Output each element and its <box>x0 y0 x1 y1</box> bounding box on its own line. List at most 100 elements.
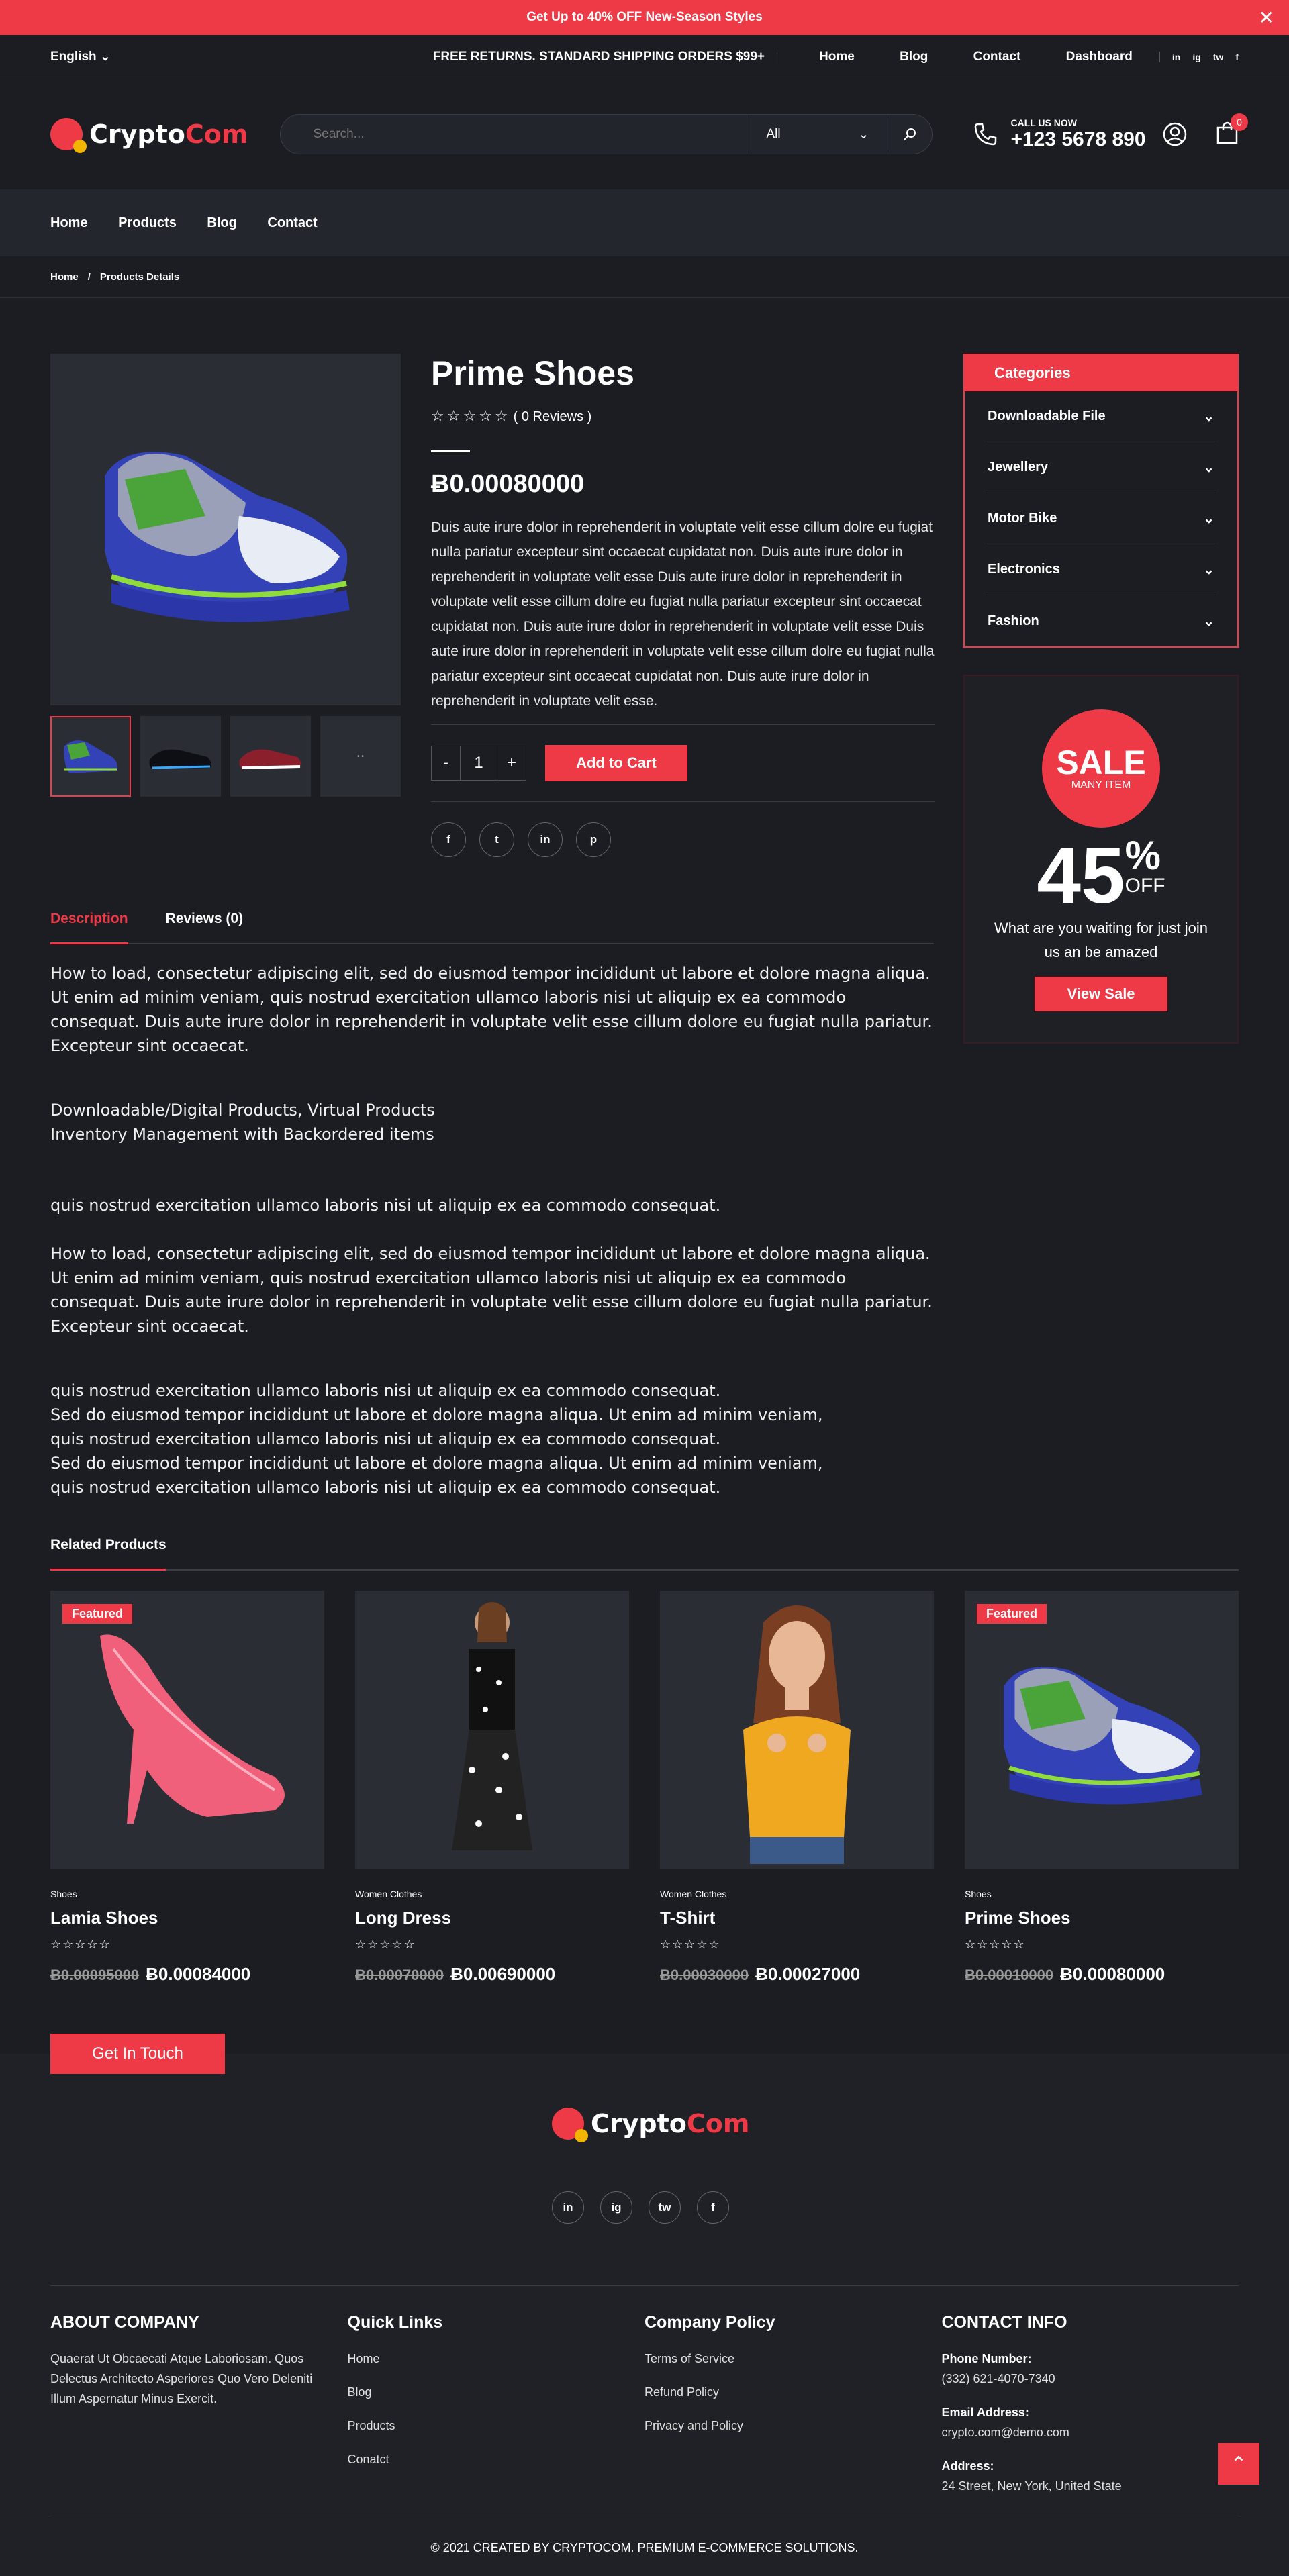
site-logo[interactable]: CryptoCom <box>50 118 248 153</box>
category-label: Electronics <box>988 562 1060 577</box>
phone-value[interactable]: (332) 621-4070-7340 <box>942 2369 1239 2389</box>
card-title[interactable]: T-Shirt <box>660 1908 934 1928</box>
card-rating: ☆☆☆☆☆ <box>355 1938 416 1951</box>
qty-plus-button[interactable]: + <box>497 746 526 780</box>
review-count[interactable]: ( 0 Reviews ) <box>514 409 592 424</box>
footer-link-refund[interactable]: Refund Policy <box>644 2382 942 2402</box>
pinterest-share-icon[interactable]: p <box>576 822 611 857</box>
featured-badge: Featured <box>62 1604 133 1624</box>
email-value[interactable]: crypto.com@demo.com <box>942 2422 1239 2442</box>
linkedin-share-icon[interactable]: in <box>528 822 563 857</box>
category-item[interactable]: Electronics ⌄ <box>988 544 1214 595</box>
footer-link-terms[interactable]: Terms of Service <box>644 2348 942 2369</box>
phone-label: Phone Number: <box>941 2352 1032 2365</box>
tab-description[interactable]: Description <box>50 911 128 944</box>
product-card[interactable]: Featured Shoes Prime Shoes ☆☆☆☆☆ Ƀ0.0001… <box>965 1591 1239 1985</box>
top-nav-home[interactable]: Home <box>819 50 855 64</box>
call-number[interactable]: +123 5678 890 <box>1010 128 1145 151</box>
top-nav-blog[interactable]: Blog <box>900 50 928 64</box>
product-card-image[interactable]: Featured <box>965 1591 1239 1869</box>
instagram-icon[interactable]: ig <box>600 2191 632 2224</box>
twitter-share-icon[interactable]: t <box>479 822 514 857</box>
card-rating: ☆☆☆☆☆ <box>965 1938 1026 1951</box>
logo-text-1: Crypto <box>89 119 185 149</box>
card-rating: ☆☆☆☆☆ <box>50 1938 111 1951</box>
search-button[interactable] <box>888 115 932 154</box>
product-card[interactable]: Featured Shoes Lamia Shoes ☆☆☆☆☆ Ƀ0.0009… <box>50 1591 324 1985</box>
footer-link-products[interactable]: Products <box>348 2416 645 2436</box>
card-title[interactable]: Lamia Shoes <box>50 1908 324 1928</box>
thumbnail-4[interactable]: • • <box>320 716 401 797</box>
category-item[interactable]: Fashion ⌄ <box>988 595 1214 646</box>
related-products: Related Products Featured Shoes Lamia Sh… <box>50 1537 1239 1985</box>
dress-model-image <box>452 1602 532 1850</box>
product-card-image[interactable] <box>660 1591 934 1869</box>
logo-text-2: Com <box>185 119 248 149</box>
footer-link-blog[interactable]: Blog <box>348 2382 645 2402</box>
thumbnail-3[interactable] <box>230 716 311 797</box>
linkedin-icon[interactable]: in <box>1172 52 1180 62</box>
thumbnail-2[interactable] <box>140 716 221 797</box>
logo-text-1: Crypto <box>591 2109 687 2138</box>
breadcrumb-home[interactable]: Home <box>50 271 79 283</box>
category-item[interactable]: Motor Bike ⌄ <box>988 493 1214 544</box>
twitter-icon[interactable]: tw <box>649 2191 681 2224</box>
language-selector[interactable]: English ⌄ <box>50 49 111 64</box>
footer-link-privacy[interactable]: Privacy and Policy <box>644 2416 942 2436</box>
facebook-icon[interactable]: f <box>697 2191 729 2224</box>
category-item[interactable]: Downloadable File ⌄ <box>988 391 1214 442</box>
view-sale-button[interactable]: View Sale <box>1035 977 1167 1011</box>
facebook-icon[interactable]: f <box>1235 52 1239 62</box>
sale-percent-value: 45 <box>1037 832 1125 920</box>
divider <box>431 801 935 802</box>
quantity-stepper: - 1 + <box>431 746 526 781</box>
product-card-image[interactable] <box>355 1591 629 1869</box>
scroll-to-top-button[interactable]: ⌃ <box>1218 2443 1259 2485</box>
facebook-share-icon[interactable]: f <box>431 822 466 857</box>
card-price: Ƀ0.00030000 Ƀ0.00027000 <box>660 1964 934 1985</box>
address-label: Address: <box>941 2459 994 2473</box>
get-in-touch-button[interactable]: Get In Touch <box>50 2034 225 2074</box>
chevron-down-icon: ⌄ <box>1203 511 1214 526</box>
product-card-image[interactable]: Featured <box>50 1591 324 1869</box>
description-content: How to load, consectetur adipiscing elit… <box>50 961 934 1499</box>
search-icon <box>904 128 916 140</box>
twitter-icon[interactable]: tw <box>1213 52 1224 62</box>
user-icon[interactable] <box>1162 121 1188 147</box>
search-input[interactable] <box>281 127 747 142</box>
thumbnail-1[interactable] <box>50 716 131 797</box>
qty-minus-button[interactable]: - <box>432 746 460 780</box>
nav-blog[interactable]: Blog <box>207 215 236 230</box>
nav-contact[interactable]: Contact <box>267 215 317 230</box>
product-price: Ƀ0.00080000 <box>431 470 585 498</box>
copyright: © 2021 CREATED BY CRYPTOCOM. PREMIUM E-C… <box>50 2514 1239 2555</box>
footer-social: in ig tw f <box>552 2191 729 2224</box>
instagram-icon[interactable]: ig <box>1192 52 1200 62</box>
nav-home[interactable]: Home <box>50 215 88 230</box>
qty-value[interactable]: 1 <box>460 746 497 780</box>
card-title[interactable]: Prime Shoes <box>965 1908 1239 1928</box>
product-description: Duis aute irure dolor in reprehenderit i… <box>431 519 935 709</box>
footer-logo[interactable]: CryptoCom <box>552 2108 749 2142</box>
linkedin-icon[interactable]: in <box>552 2191 584 2224</box>
product-card[interactable]: Women Clothes Long Dress ☆☆☆☆☆ Ƀ0.000700… <box>355 1591 629 1985</box>
cart-button[interactable]: 0 <box>1216 113 1248 148</box>
add-to-cart-button[interactable]: Add to Cart <box>545 745 687 781</box>
tab-reviews[interactable]: Reviews (0) <box>166 911 244 943</box>
nav-products[interactable]: Products <box>118 215 177 230</box>
sale-percent: 45 % OFF <box>1037 832 1165 920</box>
logo-icon <box>50 118 87 153</box>
footer-link-contact[interactable]: Conatct <box>348 2449 645 2469</box>
product-card[interactable]: Women Clothes T-Shirt ☆☆☆☆☆ Ƀ0.00030000 Ƀ… <box>660 1591 934 1985</box>
close-icon[interactable]: ✕ <box>1259 7 1274 29</box>
card-title[interactable]: Long Dress <box>355 1908 629 1928</box>
footer-link-home[interactable]: Home <box>348 2348 645 2369</box>
product-main-image[interactable] <box>50 354 401 705</box>
top-nav-contact[interactable]: Contact <box>973 50 1021 64</box>
category-select[interactable]: All ⌄ <box>747 115 888 154</box>
main-nav: Home Products Blog Contact <box>0 189 1289 256</box>
category-label: Fashion <box>988 613 1039 628</box>
share-links: f t in p <box>431 822 935 857</box>
top-nav-dashboard[interactable]: Dashboard <box>1066 50 1133 64</box>
category-item[interactable]: Jewellery ⌄ <box>988 442 1214 493</box>
